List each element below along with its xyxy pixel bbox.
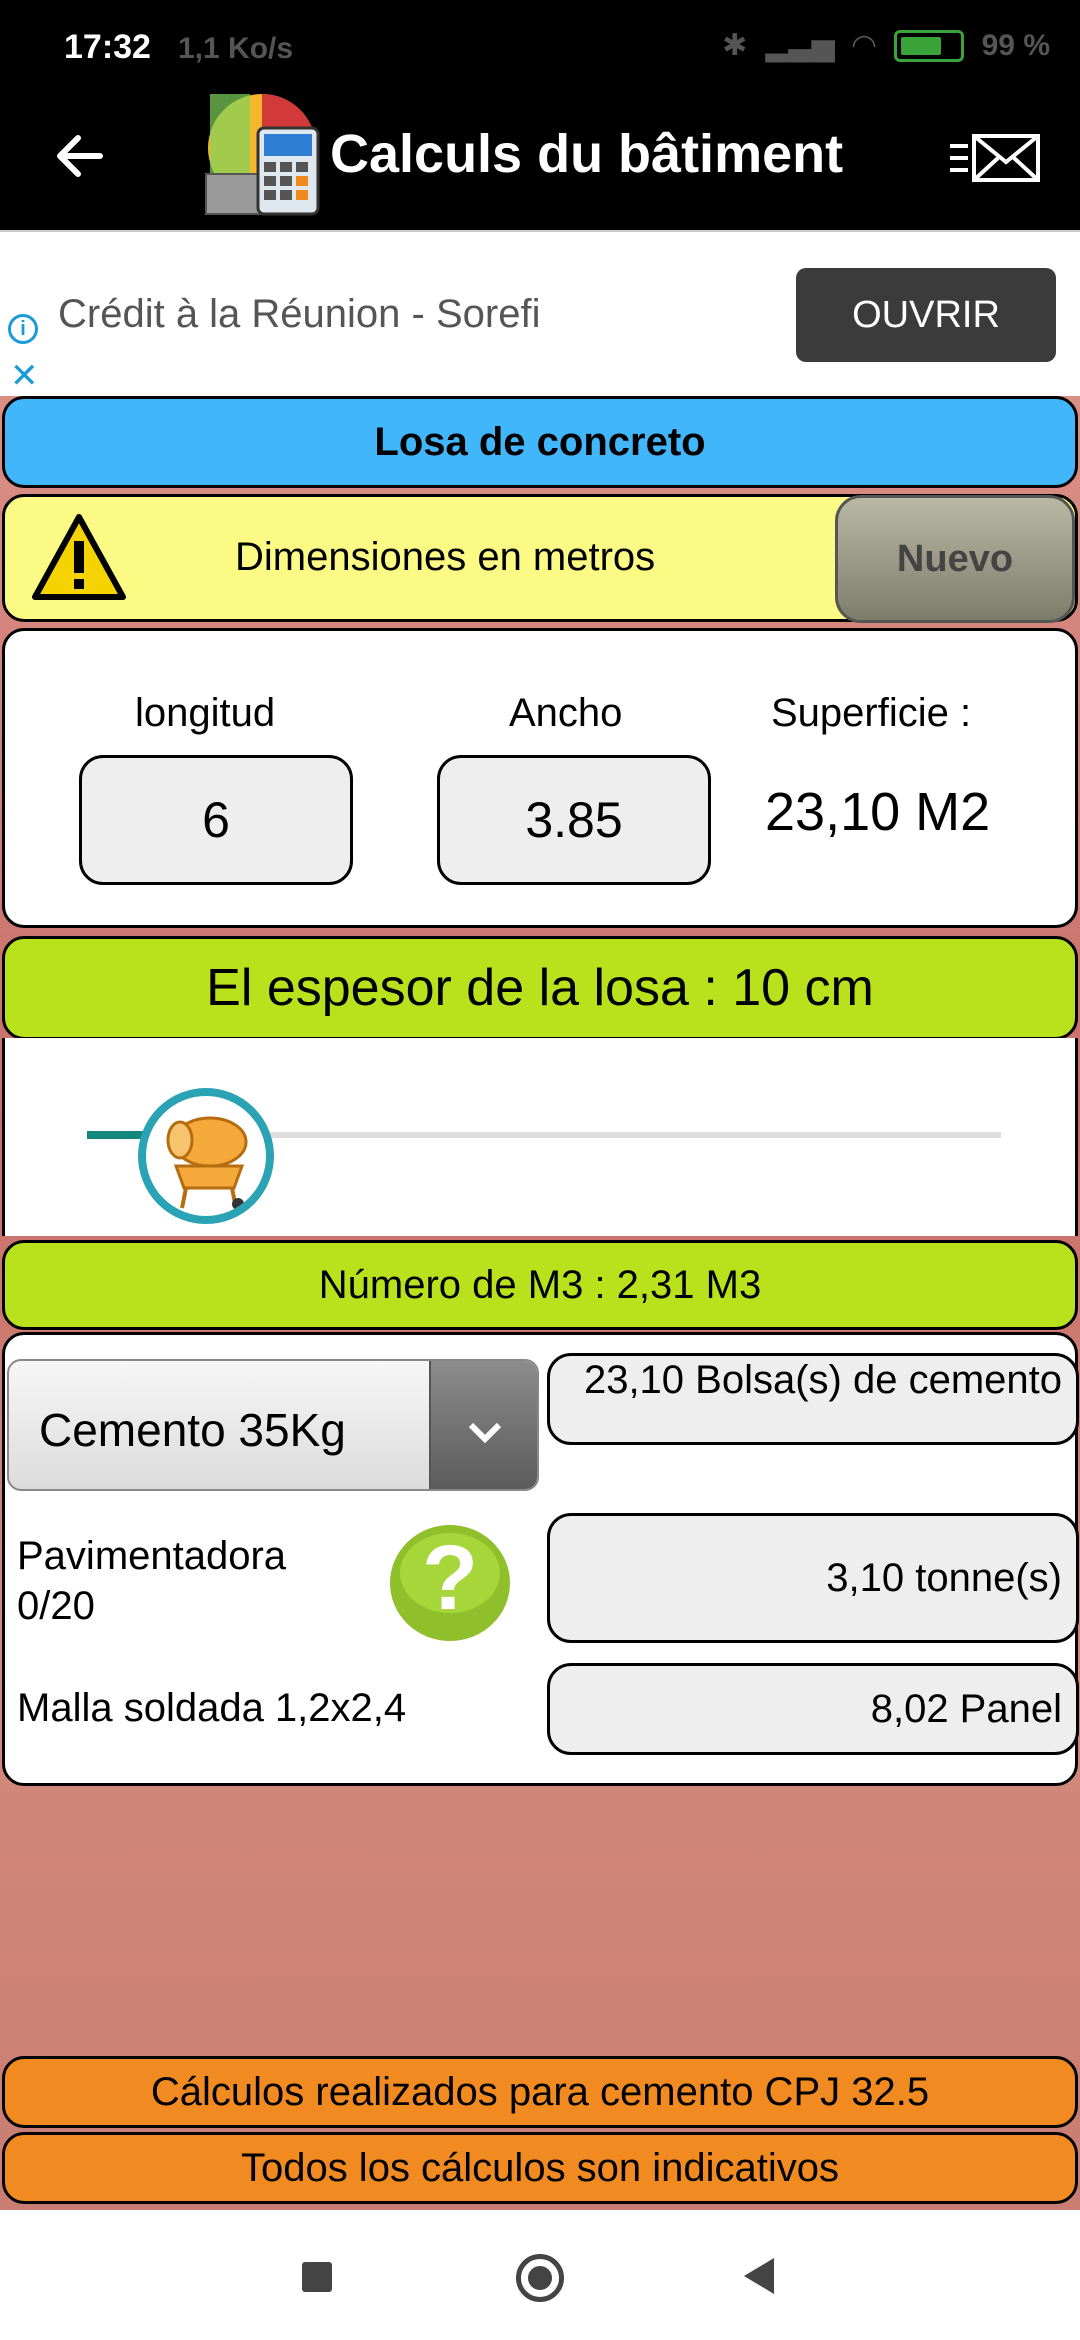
back-arrow-icon[interactable] bbox=[50, 126, 110, 186]
cement-mixer-icon bbox=[166, 1116, 248, 1210]
mesh-label: Malla soldada 1,2x2,4 bbox=[17, 1686, 407, 1730]
status-speed: 1,1 Ko/s bbox=[178, 32, 294, 65]
results-panel: Cemento 35Kg 23,10 Bolsa(s) de cemento P… bbox=[2, 1332, 1079, 1786]
mail-menu-icon[interactable] bbox=[948, 128, 1044, 188]
area-value: 23,10 M2 bbox=[765, 782, 991, 842]
app-bar: Calculs du bâtiment bbox=[0, 90, 1080, 230]
recents-icon[interactable] bbox=[302, 2262, 332, 2292]
cement-type-value: Cemento 35Kg bbox=[39, 1404, 346, 1456]
dimensions-panel: longitud 6 Ancho 3.85 Superficie : 23,10… bbox=[2, 628, 1078, 928]
ad-close-icon[interactable]: ✕ bbox=[10, 356, 39, 396]
status-icons: ✱ ▂▃▅ ◠ 99 % bbox=[722, 28, 1050, 63]
indicative-note: Todos los cálculos son indicativos bbox=[2, 2132, 1078, 2204]
warning-icon bbox=[32, 514, 126, 600]
wifi-icon: ◠ bbox=[852, 29, 876, 62]
thickness-slider-panel bbox=[2, 1038, 1078, 1236]
home-icon[interactable] bbox=[516, 2254, 564, 2302]
help-icon[interactable]: ? bbox=[387, 1521, 513, 1645]
section-title: Losa de concreto bbox=[2, 396, 1078, 488]
system-nav-bar bbox=[0, 2210, 1080, 2340]
nav-back-icon[interactable] bbox=[744, 2258, 774, 2294]
app-title: Calculs du bâtiment bbox=[330, 124, 844, 184]
ad-info-icon[interactable]: i bbox=[8, 314, 38, 344]
area-label: Superficie : bbox=[771, 691, 972, 735]
svg-text:?: ? bbox=[422, 1527, 478, 1629]
content-area: Losa de concreto Dimensiones en metros N… bbox=[0, 396, 1080, 2210]
signal-icon: ▂▃▅ bbox=[765, 29, 835, 62]
volume-label: Número de M3 : 2,31 M3 bbox=[2, 1240, 1078, 1330]
width-input[interactable]: 3.85 bbox=[437, 755, 711, 885]
paver-label: Pavimentadora 0/20 bbox=[17, 1534, 287, 1628]
units-label: Dimensiones en metros bbox=[235, 535, 656, 579]
length-label: longitud bbox=[135, 691, 276, 735]
dropdown-arrow-icon[interactable] bbox=[429, 1361, 537, 1489]
battery-percent: 99 % bbox=[981, 28, 1050, 62]
app-logo-icon bbox=[205, 94, 320, 216]
cement-note: Cálculos realizados para cemento CPJ 32.… bbox=[2, 2056, 1078, 2128]
ad-banner[interactable]: Crédit à la Réunion - Sorefi OUVRIR i ✕ bbox=[0, 230, 1080, 396]
cement-result: 23,10 Bolsa(s) de cemento bbox=[547, 1353, 1079, 1445]
bluetooth-icon: ✱ bbox=[722, 29, 748, 62]
warning-bar: Dimensiones en metros Nuevo bbox=[2, 494, 1078, 623]
battery-icon bbox=[893, 29, 964, 62]
width-label: Ancho bbox=[509, 691, 623, 735]
status-bar: 17:32 1,1 Ko/s ✱ ▂▃▅ ◠ 99 % bbox=[0, 0, 1080, 90]
slider-thumb[interactable] bbox=[137, 1088, 274, 1224]
cement-type-select[interactable]: Cemento 35Kg bbox=[7, 1359, 539, 1491]
status-time: 17:32 bbox=[64, 28, 151, 66]
length-input[interactable]: 6 bbox=[79, 755, 353, 885]
new-button[interactable]: Nuevo bbox=[835, 495, 1075, 623]
mesh-result: 8,02 Panel bbox=[547, 1663, 1079, 1755]
paver-result: 3,10 tonne(s) bbox=[547, 1513, 1079, 1643]
ad-text[interactable]: Crédit à la Réunion - Sorefi bbox=[58, 292, 540, 337]
ad-open-button[interactable]: OUVRIR bbox=[796, 268, 1056, 362]
thickness-label: El espesor de la losa : 10 cm bbox=[2, 936, 1078, 1040]
